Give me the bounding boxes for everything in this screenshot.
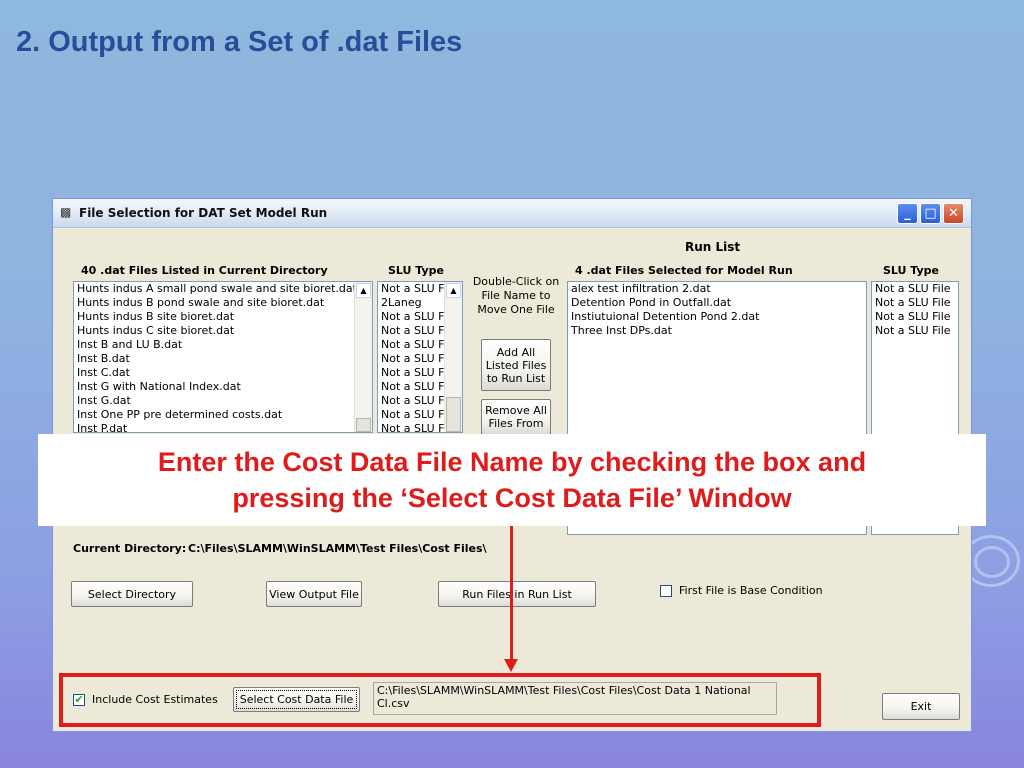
callout-line-1: Enter the Cost Data File Name by checkin… [157,447,867,477]
move-instructions: Double-Click on File Name to Move One Fi… [472,275,560,316]
file-list-item[interactable]: Inst G.dat [74,394,372,408]
file-list-item[interactable]: Hunts indus B pond swale and site bioret… [74,296,372,310]
pointer-arrow-line [510,526,513,661]
slu-list-scrollbar[interactable]: ▲ [444,282,462,432]
slide-title: 2. Output from a Set of .dat Files [16,26,463,58]
scroll-up-icon[interactable]: ▲ [356,283,371,298]
file-list-item[interactable]: Inst B.dat [74,352,372,366]
first-file-base-label: First File is Base Condition [679,584,823,597]
file-list-item[interactable]: Inst G with National Index.dat [74,380,372,394]
window-title: File Selection for DAT Set Model Run [79,206,328,220]
file-list-item[interactable]: Inst P.dat [74,422,372,432]
window-titlebar[interactable]: ▩ File Selection for DAT Set Model Run _… [53,199,971,228]
window-app-icon: ▩ [60,205,72,219]
instruction-callout: Enter the Cost Data File Name by checkin… [38,434,986,526]
file-list-item[interactable]: Inst C.dat [74,366,372,380]
available-files-list[interactable]: Hunts indus A small pond swale and site … [73,281,373,433]
run-list-item[interactable]: Instiutuional Detention Pond 2.dat [568,310,866,324]
pointer-arrow-icon [504,659,518,672]
run-list-title: Run List [685,240,741,254]
ripple-decoration [974,546,1010,578]
run-list-slu-header: SLU Type [883,264,940,277]
left-files-header: 40 .dat Files Listed in Current Director… [81,264,328,277]
minimize-button[interactable]: _ [897,203,918,224]
available-slu-list[interactable]: Not a SLU F 2Laneg Not a SLU F Not a SLU FN… [377,281,463,433]
scrollbar-thumb[interactable] [356,418,371,432]
run-slu-type-item[interactable]: Not a SLU File [872,282,958,296]
run-slu-type-item[interactable]: Not a SLU File [872,296,958,310]
add-all-files-button[interactable]: Add All Listed Files to Run List [481,339,551,391]
left-slu-header: SLU Type [388,264,445,277]
close-button[interactable]: ✕ [943,203,964,224]
run-slu-type-item[interactable]: Not a SLU File [872,310,958,324]
run-list-item[interactable]: alex test infiltration 2.dat [568,282,866,296]
exit-button[interactable]: Exit [882,693,960,720]
select-directory-button[interactable]: Select Directory [71,581,193,607]
cost-section-highlight [59,673,821,727]
run-list-item[interactable]: Three Inst DPs.dat [568,324,866,338]
scrollbar-thumb[interactable] [446,397,461,432]
run-slu-type-item[interactable]: Not a SLU File [872,324,958,338]
callout-line-2: pressing the ‘Select Cost Data File’ Win… [232,483,792,513]
current-directory-path: C:\Files\SLAMM\WinSLAMM\Test Files\Cost … [188,542,487,555]
file-list-item[interactable]: Inst B and LU B.dat [74,338,372,352]
first-file-base-checkbox[interactable] [660,585,672,597]
available-files-scrollbar[interactable]: ▲ [354,282,372,432]
run-files-button[interactable]: Run Files in Run List [438,581,596,607]
file-list-item[interactable]: Hunts indus A small pond swale and site … [74,282,372,296]
run-list-files-header: 4 .dat Files Selected for Model Run [575,264,793,277]
file-list-item[interactable]: Inst One PP pre determined costs.dat [74,408,372,422]
file-list-item[interactable]: Hunts indus C site bioret.dat [74,324,372,338]
maximize-button[interactable]: □ [920,203,941,224]
remove-all-files-button[interactable]: Remove All Files From [481,399,551,435]
view-output-file-button[interactable]: View Output File [266,581,362,607]
run-list-item[interactable]: Detention Pond in Outfall.dat [568,296,866,310]
current-directory-label: Current Directory: [73,542,187,555]
scroll-up-icon[interactable]: ▲ [446,283,461,298]
file-list-item[interactable]: Hunts indus B site bioret.dat [74,310,372,324]
